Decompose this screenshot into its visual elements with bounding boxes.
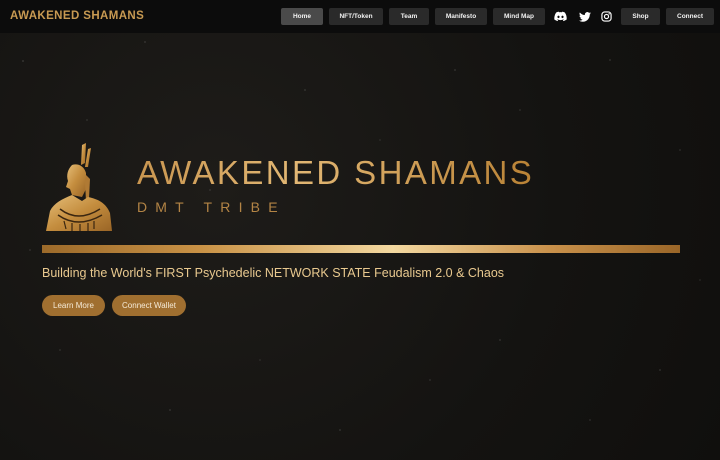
shop-button[interactable]: Shop (621, 8, 660, 25)
page: AWAKENED SHAMANS Home NFT/Token Team Man… (0, 0, 720, 460)
connect-button[interactable]: Connect (666, 8, 714, 25)
learn-more-button[interactable]: Learn More (42, 295, 105, 316)
instagram-icon[interactable] (600, 10, 613, 23)
hero-title: AWAKENED SHAMANS (137, 154, 535, 191)
nav-home-button[interactable]: Home (281, 8, 323, 25)
nav-team-button[interactable]: Team (389, 8, 429, 25)
nav-manifesto-button[interactable]: Manifesto (435, 8, 487, 25)
twitter-icon[interactable] (578, 10, 591, 23)
nav-nft-token-button[interactable]: NFT/Token (329, 8, 383, 25)
discord-icon[interactable] (554, 10, 567, 23)
gold-divider (42, 245, 680, 253)
hero-subtitle: DMT TRIBE (137, 199, 286, 215)
top-navbar: AWAKENED SHAMANS Home NFT/Token Team Man… (0, 0, 720, 33)
shaman-figure-logo (46, 143, 112, 231)
nav-mind-map-button[interactable]: Mind Map (493, 8, 545, 25)
brand-logo[interactable]: AWAKENED SHAMANS (10, 10, 144, 22)
connect-wallet-button[interactable]: Connect Wallet (112, 295, 186, 316)
hero-tagline: Building the World's FIRST Psychedelic N… (42, 266, 505, 280)
